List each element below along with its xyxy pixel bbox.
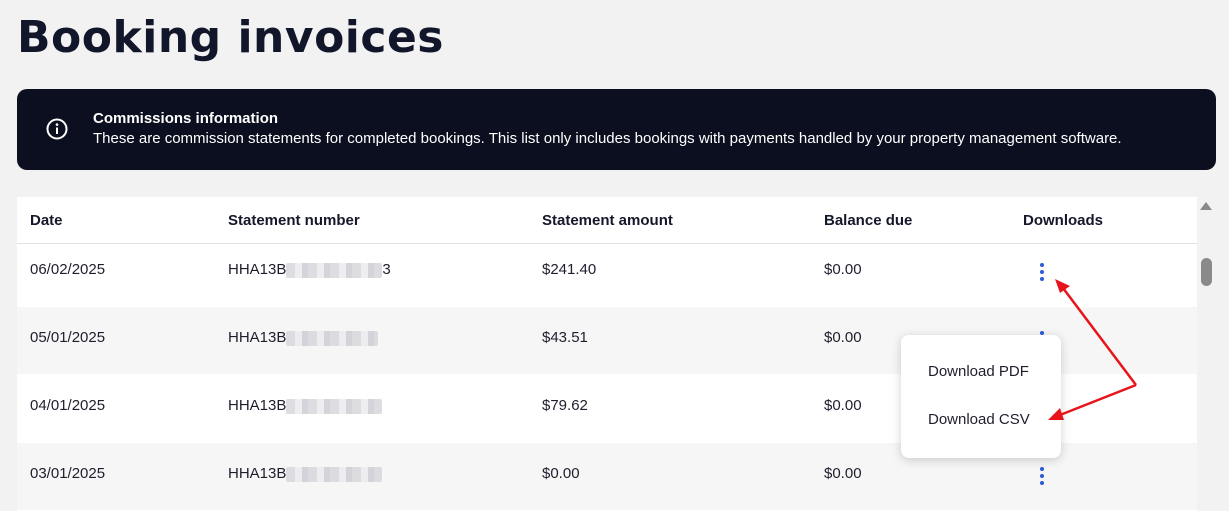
row-date: 04/01/2025 (30, 397, 106, 414)
row-balance-due: $0.00 (824, 261, 862, 278)
row-date: 05/01/2025 (30, 329, 106, 346)
more-options-icon[interactable] (1035, 465, 1049, 487)
row-balance-due: $0.00 (824, 397, 862, 414)
statement-number-prefix: HHA13B (228, 329, 287, 346)
column-header-date[interactable]: Date (30, 212, 63, 229)
row-statement-amount: $79.62 (542, 397, 588, 414)
column-header-statement-amount[interactable]: Statement amount (542, 212, 673, 229)
scrollbar-track[interactable] (1197, 197, 1216, 511)
redacted-blur (286, 262, 383, 278)
banner-title: Commissions information (93, 110, 279, 127)
download-csv-menu-item[interactable]: Download CSV (928, 411, 1030, 428)
banner-text: These are commission statements for comp… (93, 130, 1122, 147)
download-pdf-menu-item[interactable]: Download PDF (928, 363, 1029, 380)
row-statement-number[interactable]: HHA13B (228, 465, 383, 482)
row-statement-number[interactable]: HHA13B 3 (228, 261, 391, 278)
redacted-blur (286, 398, 383, 414)
statement-number-prefix: HHA13B (228, 465, 287, 482)
row-statement-number[interactable]: HHA13B (228, 329, 379, 346)
scrollbar-thumb[interactable] (1201, 258, 1212, 286)
table-header: Date Statement number Statement amount B… (17, 197, 1197, 244)
row-statement-amount: $0.00 (542, 465, 580, 482)
statement-number-suffix: 3 (382, 261, 391, 278)
row-balance-due: $0.00 (824, 465, 862, 482)
row-date: 03/01/2025 (30, 465, 106, 482)
row-statement-amount: $43.51 (542, 329, 588, 346)
statement-number-prefix: HHA13B (228, 261, 287, 278)
redacted-blur (286, 466, 383, 482)
info-icon (46, 118, 68, 140)
column-header-downloads: Downloads (1023, 212, 1104, 229)
row-statement-amount: $241.40 (542, 261, 597, 278)
statement-number-prefix: HHA13B (228, 397, 287, 414)
more-options-icon[interactable] (1035, 261, 1049, 283)
download-menu: Download PDF Download CSV (901, 335, 1061, 458)
column-header-balance-due[interactable]: Balance due (824, 212, 912, 229)
commissions-info-banner: Commissions information These are commis… (17, 89, 1216, 170)
page-title: Booking invoices (17, 12, 444, 63)
row-date: 06/02/2025 (30, 261, 106, 278)
table-row: 06/02/2025 HHA13B 3 $241.40 $0.00 (17, 239, 1197, 306)
row-balance-due: $0.00 (824, 329, 862, 346)
row-statement-number[interactable]: HHA13B (228, 397, 383, 414)
column-header-statement-number[interactable]: Statement number (228, 212, 360, 229)
scroll-up-arrow-icon[interactable] (1200, 202, 1212, 210)
redacted-blur (286, 330, 379, 346)
